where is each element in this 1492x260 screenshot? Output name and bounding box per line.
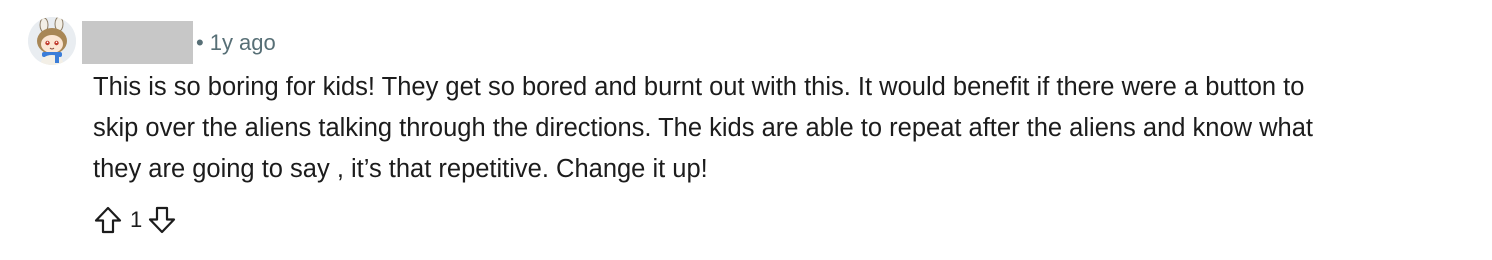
comment-line: skip over the aliens talking through the… <box>93 114 1314 142</box>
upvote-button[interactable] <box>92 203 124 237</box>
vote-bar: 1 <box>92 203 178 237</box>
avatar-image <box>28 17 76 65</box>
comment-meta: • 1y ago <box>196 29 276 57</box>
downvote-button[interactable] <box>146 203 178 237</box>
comment-body: This is so boring for kids! They get so … <box>93 67 1463 190</box>
timestamp[interactable]: 1y ago <box>210 30 276 55</box>
avatar[interactable] <box>28 17 76 65</box>
vote-count: 1 <box>130 207 143 232</box>
meta-separator: • <box>196 30 204 55</box>
upvote-arrow-icon <box>94 206 122 234</box>
comment-line: This is so boring for kids! They get so … <box>93 73 1305 101</box>
downvote-arrow-icon <box>149 206 176 234</box>
username-redacted[interactable] <box>82 21 193 64</box>
comment: • 1y ago This is so boring for kids! They… <box>0 0 1492 260</box>
comment-line: they are going to say , it’s that repeti… <box>93 155 708 183</box>
